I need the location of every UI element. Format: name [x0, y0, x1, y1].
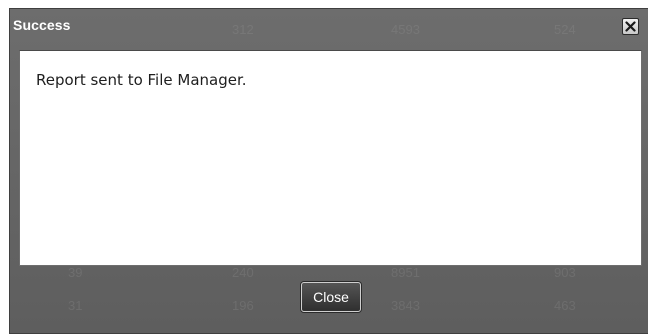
- table-cell: 31: [68, 298, 83, 313]
- dialog-message: Report sent to File Manager.: [36, 71, 247, 89]
- close-icon-glyph: [625, 21, 636, 32]
- table-cell: 463: [554, 298, 576, 313]
- table-cell: 196: [232, 298, 254, 313]
- table-cell: 39: [68, 265, 83, 280]
- table-cell: 3843: [391, 298, 420, 313]
- close-button[interactable]: Close: [301, 282, 361, 312]
- table-cell: 240: [232, 265, 254, 280]
- dialog-title: Success: [13, 17, 71, 33]
- dialog-content: Report sent to File Manager.: [19, 50, 642, 266]
- table-cell: 8951: [391, 265, 420, 280]
- dialog-titlebar[interactable]: Success: [10, 9, 648, 41]
- success-dialog: 312 4593 524 39 240 8951 903 31 196 3843…: [9, 8, 648, 334]
- table-cell: 903: [554, 265, 576, 280]
- close-icon[interactable]: [622, 18, 639, 35]
